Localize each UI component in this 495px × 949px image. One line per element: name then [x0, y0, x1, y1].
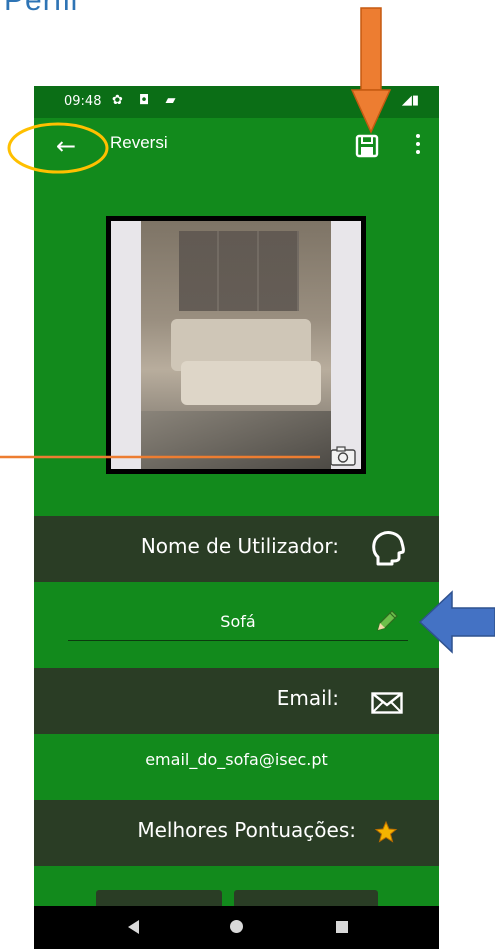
- app-title: Reversi: [110, 133, 168, 152]
- status-time: 09:48: [64, 94, 102, 109]
- annotation-arrow-shaft-top: [360, 7, 382, 91]
- status-bar: 09:48 ✿ ◘ ▰ ◢▮: [34, 86, 439, 118]
- more-vert-icon: [416, 134, 420, 138]
- save-button[interactable]: [354, 133, 380, 159]
- camera-icon: [330, 446, 356, 466]
- edit-username-button[interactable]: [374, 608, 400, 634]
- document-title: Perfil: [4, 0, 79, 17]
- sofa-photo: [141, 221, 331, 469]
- username-field[interactable]: Sofá: [68, 606, 408, 641]
- profile-photo[interactable]: [106, 216, 366, 474]
- nav-home-icon[interactable]: [230, 920, 243, 933]
- head-profile-icon: [372, 531, 405, 566]
- username-label: Nome de Utilizador:: [140, 534, 339, 558]
- email-value: email_do_sofa@isec.pt: [145, 750, 328, 769]
- username-section-header: Nome de Utilizador:: [34, 516, 439, 582]
- phone-screen: 09:48 ✿ ◘ ▰ ◢▮ ← Reversi Nome de Utiliza…: [34, 86, 439, 949]
- arrow-left-icon: ←: [55, 132, 77, 160]
- scores-label: Melhores Pontuações:: [137, 818, 356, 842]
- change-photo-button[interactable]: [329, 445, 357, 467]
- system-nav-bar: [34, 906, 439, 949]
- pencil-icon: [377, 610, 398, 631]
- email-label: Email:: [276, 686, 339, 710]
- nav-recents-icon[interactable]: [336, 921, 348, 933]
- signal-battery-icons: ◢▮: [401, 93, 419, 108]
- app-bar: ← Reversi: [34, 118, 439, 176]
- star-icon: [374, 820, 398, 843]
- scores-section-header: Melhores Pontuações:: [34, 800, 439, 866]
- nav-back-icon[interactable]: [128, 920, 139, 934]
- email-section-header: Email:: [34, 668, 439, 734]
- envelope-icon: [371, 692, 403, 714]
- more-options-button[interactable]: [412, 134, 424, 160]
- username-value: Sofá: [220, 612, 256, 631]
- status-notification-icons: ✿ ◘ ▰: [112, 93, 182, 108]
- back-button[interactable]: ←: [48, 128, 84, 164]
- save-icon: [355, 134, 379, 158]
